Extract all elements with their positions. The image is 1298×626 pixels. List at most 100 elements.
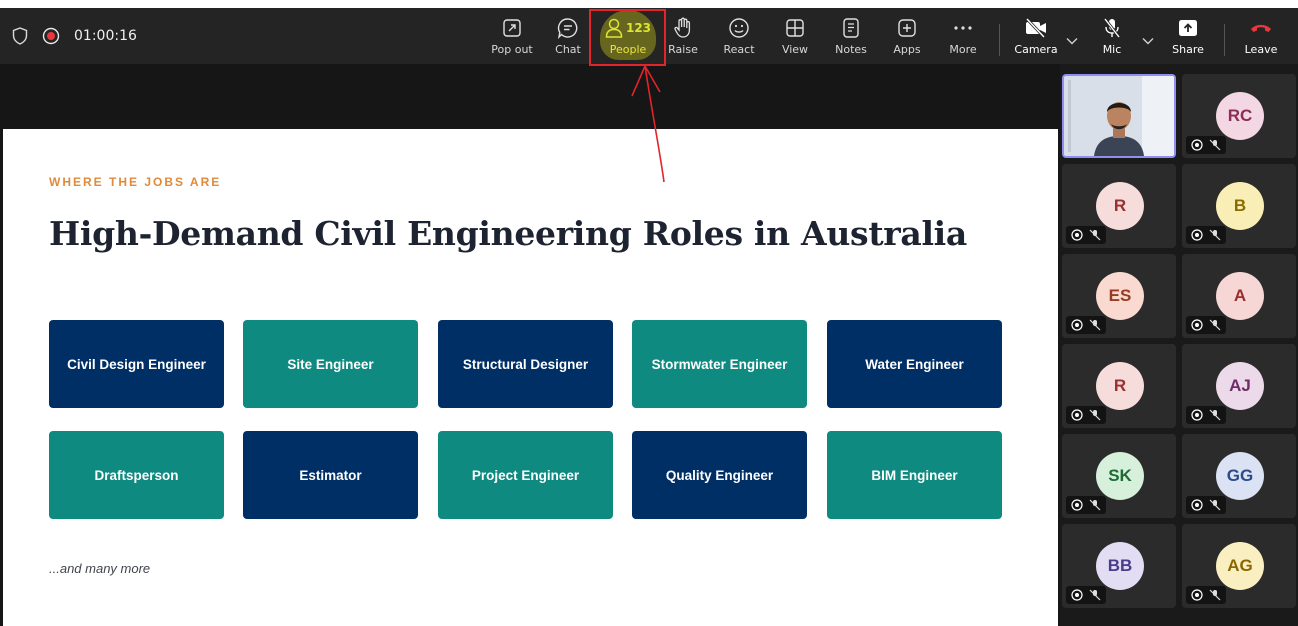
mic-off-icon: [1089, 229, 1101, 241]
participant-tile[interactable]: BB: [1062, 524, 1176, 608]
people-label: People: [609, 43, 647, 56]
record-icon: [42, 27, 60, 45]
slide-footer-note: ...and many more: [49, 561, 151, 576]
mic-options-chevron-icon[interactable]: [1142, 30, 1154, 49]
notes-icon: [842, 16, 860, 40]
hand-icon: [1071, 319, 1083, 331]
mic-off-icon: [1102, 16, 1122, 40]
tile-status-icons: [1066, 226, 1106, 244]
role-card: Civil Design Engineer: [49, 320, 224, 408]
role-card: Structural Designer: [438, 320, 613, 408]
notes-button[interactable]: Notes: [832, 16, 870, 60]
apps-label: Apps: [893, 43, 921, 56]
participant-tile-self[interactable]: [1062, 74, 1176, 158]
people-button[interactable]: 123 People: [600, 16, 656, 60]
tile-status-icons: [1186, 496, 1226, 514]
hand-icon: [1191, 319, 1203, 331]
camera-button[interactable]: Camera: [1014, 16, 1058, 60]
more-label: More: [949, 43, 977, 56]
participant-tile[interactable]: R: [1062, 164, 1176, 248]
avatar: A: [1216, 272, 1264, 320]
participant-gallery: RC R B ES A R AJ SK GG BB AG: [1060, 64, 1298, 626]
hand-icon: [1071, 409, 1083, 421]
avatar: RC: [1216, 92, 1264, 140]
avatar: BB: [1096, 542, 1144, 590]
mic-off-icon: [1089, 499, 1101, 511]
avatar: B: [1216, 182, 1264, 230]
avatar: SK: [1096, 452, 1144, 500]
window-top-strip: [0, 0, 1298, 8]
view-button[interactable]: View: [778, 16, 812, 60]
role-card: Stormwater Engineer: [632, 320, 807, 408]
pop-out-button[interactable]: Pop out: [490, 16, 534, 60]
smiley-icon: [728, 16, 750, 40]
participant-tile[interactable]: R: [1062, 344, 1176, 428]
plus-icon: [897, 16, 917, 40]
avatar: GG: [1216, 452, 1264, 500]
people-icon: [605, 18, 623, 38]
participant-tile[interactable]: AG: [1182, 524, 1296, 608]
role-card: Site Engineer: [243, 320, 418, 408]
tile-status-icons: [1066, 496, 1106, 514]
participant-tile[interactable]: A: [1182, 254, 1296, 338]
tile-status-icons: [1066, 316, 1106, 334]
leave-label: Leave: [1244, 43, 1278, 56]
share-arrow-icon: [1178, 16, 1198, 40]
participant-tile[interactable]: SK: [1062, 434, 1176, 518]
participant-tile[interactable]: AJ: [1182, 344, 1296, 428]
shield-icon[interactable]: [12, 27, 28, 45]
more-button[interactable]: More: [945, 16, 981, 60]
avatar: ES: [1096, 272, 1144, 320]
react-button[interactable]: React: [720, 16, 758, 60]
avatar: AG: [1216, 542, 1264, 590]
notes-label: Notes: [835, 43, 867, 56]
camera-label: Camera: [1014, 43, 1058, 56]
participant-tile[interactable]: B: [1182, 164, 1296, 248]
leave-button[interactable]: Leave: [1242, 16, 1280, 60]
video-feed: [1064, 76, 1174, 156]
meeting-timer: 01:00:16: [74, 28, 137, 44]
mic-label: Mic: [1102, 43, 1122, 56]
phone-hangup-icon: [1250, 16, 1272, 40]
tile-status-icons: [1186, 316, 1226, 334]
tile-status-icons: [1186, 136, 1226, 154]
avatar: R: [1096, 182, 1144, 230]
role-card: Project Engineer: [438, 431, 613, 519]
mic-off-icon: [1089, 409, 1101, 421]
hand-icon: [1191, 229, 1203, 241]
raise-label: Raise: [668, 43, 698, 56]
people-count: 123: [625, 21, 652, 35]
react-label: React: [723, 43, 755, 56]
role-card: Quality Engineer: [632, 431, 807, 519]
participant-tile[interactable]: ES: [1062, 254, 1176, 338]
share-button[interactable]: Share: [1170, 16, 1206, 60]
hand-icon: [1191, 139, 1203, 151]
share-label: Share: [1172, 43, 1204, 56]
tile-status-icons: [1186, 226, 1226, 244]
mic-button[interactable]: Mic: [1094, 16, 1130, 60]
hand-icon: [1191, 409, 1203, 421]
role-card: Water Engineer: [827, 320, 1002, 408]
tile-status-icons: [1186, 406, 1226, 424]
hand-icon: [1191, 589, 1203, 601]
participant-tile[interactable]: GG: [1182, 434, 1296, 518]
tile-status-icons: [1066, 586, 1106, 604]
toolbar-divider: [999, 24, 1000, 56]
role-card: BIM Engineer: [827, 431, 1002, 519]
mic-off-icon: [1089, 589, 1101, 601]
pop-out-icon: [502, 16, 522, 40]
hand-icon: [1071, 499, 1083, 511]
meeting-toolbar: 01:00:16 Pop out Chat 123 People Raise R…: [0, 8, 1298, 64]
participant-tile[interactable]: RC: [1182, 74, 1296, 158]
chat-button[interactable]: Chat: [550, 16, 586, 60]
raise-hand-button[interactable]: Raise: [665, 16, 701, 60]
view-label: View: [781, 43, 809, 56]
avatar: R: [1096, 362, 1144, 410]
camera-options-chevron-icon[interactable]: [1066, 30, 1078, 49]
hand-icon: [1071, 589, 1083, 601]
mic-off-icon: [1209, 139, 1221, 151]
apps-button[interactable]: Apps: [890, 16, 924, 60]
chat-icon: [557, 16, 579, 40]
ellipsis-icon: [953, 16, 973, 40]
mic-off-icon: [1089, 319, 1101, 331]
